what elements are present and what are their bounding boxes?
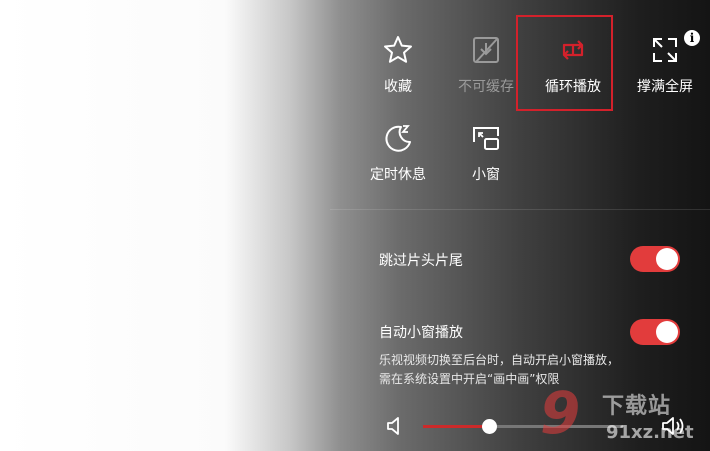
player-more-menu: 收藏 不可缓存 循环播放 撑满全屏 i 定时休息 小窗 跳过片头片尾 自动小窗播… — [0, 0, 710, 451]
picture-in-picture-icon — [473, 127, 499, 150]
star-icon — [384, 36, 412, 63]
loop-play-label: 循环播放 — [545, 79, 601, 95]
section-divider — [330, 209, 710, 210]
sleep-timer-button[interactable]: 定时休息 — [358, 98, 438, 183]
no-cache-label: 不可缓存 — [458, 79, 514, 95]
mini-window-button[interactable]: 小窗 — [446, 98, 526, 183]
auto-mini-toggle[interactable] — [630, 319, 680, 345]
skip-intro-toggle[interactable] — [630, 246, 680, 272]
volume-slider-fill — [423, 425, 489, 428]
auto-mini-label: 自动小窗播放 — [379, 325, 463, 341]
watermark-site: 下载站 — [602, 394, 672, 419]
site-watermark: 9 下载站 91xz.net — [540, 384, 710, 451]
volume-low-icon — [387, 417, 399, 435]
moon-sleep-icon — [385, 125, 411, 152]
fill-screen-label: 撑满全屏 — [637, 79, 693, 95]
expand-icon — [653, 38, 677, 62]
no-download-icon — [473, 37, 499, 63]
toggle-knob — [656, 321, 678, 343]
favorite-button[interactable]: 收藏 — [358, 10, 438, 95]
mini-window-label: 小窗 — [472, 167, 500, 183]
loop-icon — [562, 40, 584, 60]
toggle-knob — [656, 248, 678, 270]
favorite-label: 收藏 — [384, 79, 412, 95]
watermark-url: 91xz.net — [606, 422, 694, 443]
volume-slider-thumb[interactable] — [482, 419, 497, 434]
no-cache-button[interactable]: 不可缓存 — [446, 10, 526, 95]
info-icon[interactable]: i — [684, 30, 700, 46]
sleep-timer-label: 定时休息 — [370, 167, 426, 183]
watermark-logo: 9 — [540, 379, 581, 447]
skip-intro-label: 跳过片头片尾 — [379, 253, 463, 269]
loop-play-button[interactable]: 循环播放 — [533, 10, 613, 95]
fill-screen-button[interactable]: 撑满全屏 — [625, 10, 705, 95]
